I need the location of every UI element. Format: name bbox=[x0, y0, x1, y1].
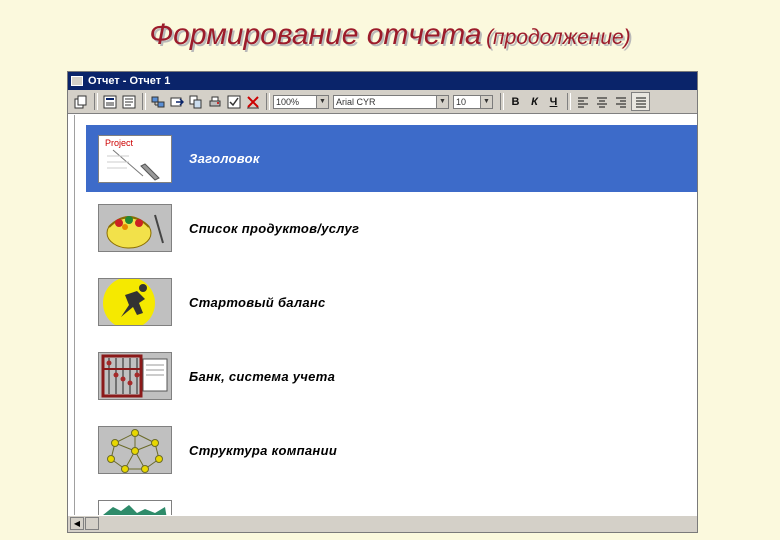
app-icon bbox=[71, 76, 83, 86]
list-item-map[interactable] bbox=[86, 499, 697, 515]
pages-icon[interactable] bbox=[72, 93, 89, 110]
list-item-products[interactable]: Список продуктов/услуг bbox=[86, 203, 697, 253]
align-justify-icon[interactable] bbox=[631, 92, 650, 111]
toolbar-separator bbox=[500, 93, 504, 110]
list-item-label: Банк, система учета bbox=[189, 368, 336, 384]
list-item-structure[interactable]: Структура компании bbox=[86, 425, 697, 475]
copy-icon[interactable] bbox=[187, 93, 204, 110]
size-select-value: 10 bbox=[456, 96, 467, 107]
window-titlebar[interactable]: Отчет - Отчет 1 bbox=[68, 72, 697, 90]
runner-icon bbox=[98, 278, 172, 326]
print-icon[interactable] bbox=[206, 93, 223, 110]
report-window: Отчет - Отчет 1 100% ▼ Arial CYR ▼ 10 ▼ … bbox=[67, 71, 698, 533]
margin-line bbox=[74, 115, 75, 515]
italic-button[interactable]: К bbox=[526, 93, 543, 110]
list-item-label: Заголовок bbox=[189, 151, 260, 166]
list-item-label: Стартовый баланс bbox=[189, 294, 326, 310]
list-item-header[interactable]: Project Заголовок bbox=[86, 125, 697, 192]
export-icon[interactable] bbox=[168, 93, 185, 110]
underline-button[interactable]: Ч bbox=[545, 93, 562, 110]
network-icon[interactable] bbox=[149, 93, 166, 110]
delete-icon[interactable] bbox=[244, 93, 261, 110]
project-document-icon: Project bbox=[98, 134, 172, 183]
basket-icon bbox=[98, 204, 172, 252]
horizontal-scrollbar[interactable]: ◀ bbox=[68, 515, 697, 532]
bold-button[interactable]: В bbox=[507, 93, 524, 110]
check-icon[interactable] bbox=[225, 93, 242, 110]
slide-title-main: Формирование отчета bbox=[149, 18, 482, 51]
chevron-down-icon[interactable]: ▼ bbox=[316, 95, 328, 108]
network-structure-icon bbox=[98, 426, 172, 474]
slide-title-sub: (продолжение) bbox=[486, 26, 631, 49]
size-select[interactable]: 10 ▼ bbox=[453, 94, 493, 109]
align-left-icon[interactable] bbox=[574, 93, 591, 110]
window-title: Отчет - Отчет 1 bbox=[88, 75, 171, 87]
chevron-down-icon[interactable]: ▼ bbox=[480, 95, 492, 108]
report-icon[interactable] bbox=[101, 93, 118, 110]
list-item-label: Список продуктов/услуг bbox=[189, 220, 360, 236]
map-icon bbox=[98, 500, 172, 515]
thumb-text: Project bbox=[105, 138, 134, 148]
report-content: Project Заголовок Список продуктов/услуг… bbox=[68, 115, 697, 515]
preview-icon[interactable] bbox=[120, 93, 137, 110]
scroll-thumb[interactable] bbox=[85, 517, 99, 530]
chevron-down-icon[interactable]: ▼ bbox=[436, 95, 448, 108]
toolbar: 100% ▼ Arial CYR ▼ 10 ▼ В К Ч bbox=[68, 90, 697, 114]
toolbar-separator bbox=[567, 93, 571, 110]
toolbar-separator bbox=[266, 93, 270, 110]
list-item-balance[interactable]: Стартовый баланс bbox=[86, 277, 697, 327]
zoom-select[interactable]: 100% ▼ bbox=[273, 94, 329, 109]
zoom-select-value: 100% bbox=[276, 96, 300, 107]
align-right-icon[interactable] bbox=[612, 93, 629, 110]
list-item-label: Структура компании bbox=[189, 442, 338, 458]
abacus-icon bbox=[98, 352, 172, 400]
toolbar-separator bbox=[94, 93, 98, 110]
list-item-bank[interactable]: Банк, система учета bbox=[86, 351, 697, 401]
font-select-value: Arial CYR bbox=[336, 96, 376, 107]
slide-title: Формирование отчета (продолжение) bbox=[0, 18, 780, 52]
font-select[interactable]: Arial CYR ▼ bbox=[333, 94, 449, 109]
toolbar-separator bbox=[142, 93, 146, 110]
scroll-left-icon[interactable]: ◀ bbox=[70, 517, 84, 530]
align-center-icon[interactable] bbox=[593, 93, 610, 110]
